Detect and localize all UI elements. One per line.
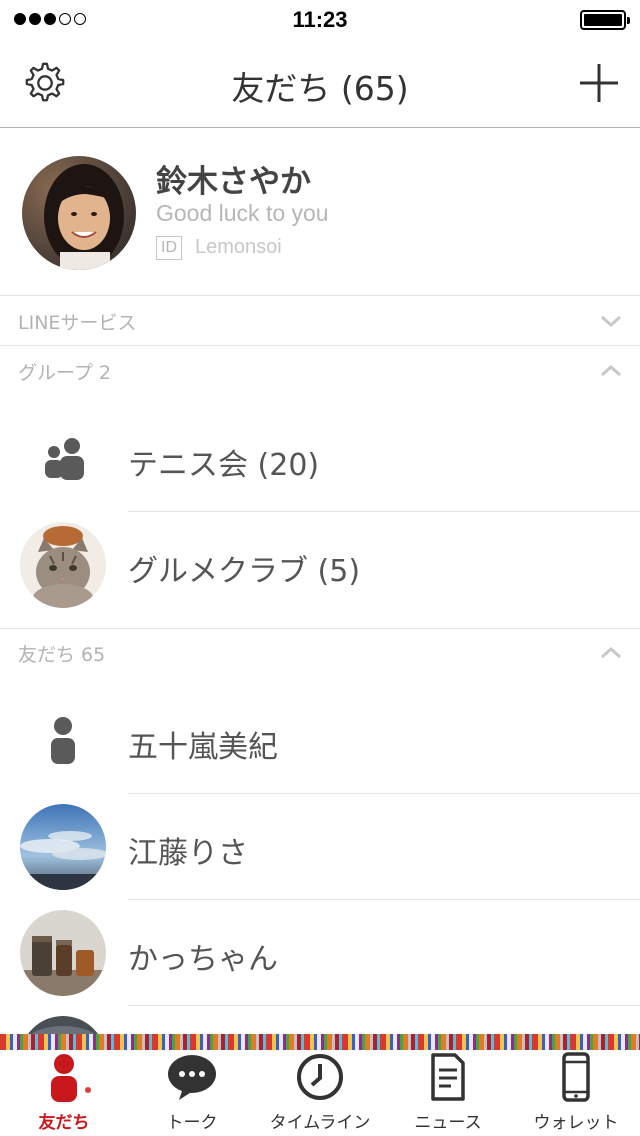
jars-photo-avatar xyxy=(20,910,106,996)
chat-bubble-icon xyxy=(168,1055,216,1100)
friend-name: 五十嵐美紀 xyxy=(128,730,278,765)
profile-name: 鈴木さやか xyxy=(156,164,311,200)
profile-id: Lemonsoi xyxy=(195,236,282,258)
profile-status-message: Good luck to you xyxy=(156,200,329,226)
group-name: テニス会 (20) xyxy=(128,448,320,483)
section-header-friends[interactable]: 友だち 65 xyxy=(0,628,640,678)
tab-friends[interactable]: 友だち xyxy=(0,1050,128,1136)
chevron-down-icon xyxy=(601,315,621,328)
notification-dot xyxy=(85,1087,91,1093)
section-header-line-services[interactable]: LINEサービス xyxy=(0,296,640,346)
phone-icon xyxy=(562,1052,590,1102)
tab-news[interactable]: ニュース xyxy=(384,1050,512,1136)
battery-icon xyxy=(580,10,630,30)
section-label: 友だち 65 xyxy=(18,644,106,666)
group-row[interactable]: グルメクラブ (5) xyxy=(0,512,640,618)
status-time: 11:23 xyxy=(292,7,348,32)
friend-row[interactable]: 五十嵐美紀 xyxy=(0,688,640,794)
clock-icon xyxy=(297,1054,343,1100)
tab-talk[interactable]: トーク xyxy=(128,1050,256,1136)
friend-row[interactable]: かっちゃん xyxy=(0,900,640,1006)
friend-name: かっちゃん xyxy=(128,942,278,977)
sky-photo-avatar xyxy=(20,804,106,890)
status-bar: 11:23 xyxy=(0,0,640,40)
group-row[interactable]: テニス会 (20) xyxy=(0,406,640,512)
section-label: グループ 2 xyxy=(18,362,111,384)
plus-icon[interactable] xyxy=(576,60,622,106)
section-label: LINEサービス xyxy=(18,312,137,334)
profile-avatar[interactable] xyxy=(22,156,136,270)
group-name: グルメクラブ (5) xyxy=(128,554,361,589)
decorative-stripe xyxy=(0,1034,640,1050)
tab-label: ニュース xyxy=(414,1113,482,1133)
chevron-up-icon xyxy=(601,646,621,659)
chevron-up-icon xyxy=(601,364,621,377)
id-badge-icon: ID xyxy=(156,236,182,260)
friend-row[interactable]: 江藤りさ xyxy=(0,794,640,900)
tab-label: ウォレット xyxy=(533,1113,619,1133)
tab-timeline[interactable]: タイムライン xyxy=(256,1050,384,1136)
navigation-bar: 友だち (65) xyxy=(0,40,640,128)
tab-label: トーク xyxy=(166,1113,218,1133)
friend-name: 江藤りさ xyxy=(128,836,248,871)
tab-bar: 友だち トーク タイムライン ニュース ウォレット xyxy=(0,1050,640,1136)
person-icon xyxy=(51,1054,77,1102)
tab-label: タイムライン xyxy=(269,1113,371,1133)
section-header-groups[interactable]: グループ 2 xyxy=(0,346,640,396)
tab-wallet[interactable]: ウォレット xyxy=(512,1050,640,1136)
page-title: 友だち (65) xyxy=(231,69,409,108)
cat-photo-avatar xyxy=(20,522,106,608)
my-profile[interactable]: 鈴木さやか Good luck to you ID Lemonsoi xyxy=(0,128,640,296)
tab-label: 友だち xyxy=(38,1113,90,1133)
group-placeholder-icon xyxy=(20,416,106,502)
person-placeholder-icon xyxy=(20,698,106,784)
document-icon xyxy=(431,1053,465,1101)
